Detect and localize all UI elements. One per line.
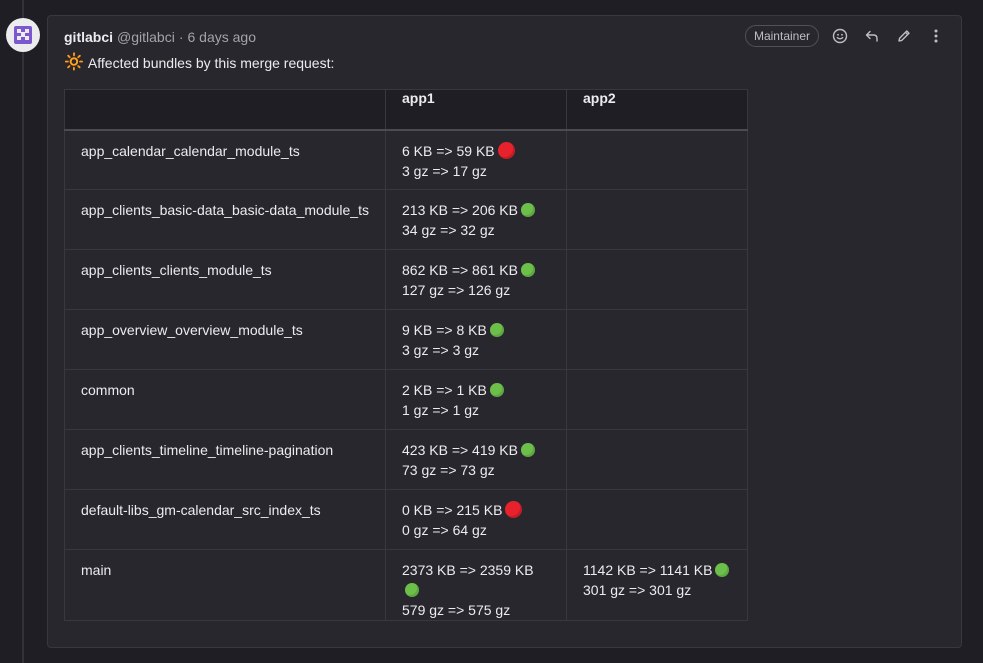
timeline-line <box>22 0 24 663</box>
note-header: gitlabci @gitlabci · 6 days ago <box>64 28 256 46</box>
red-circle-icon <box>497 141 515 159</box>
app2-cell <box>566 189 748 250</box>
app1-cell: 862 KB => 861 KB 127 gz => 126 gz <box>385 249 567 310</box>
size-line: 1142 KB => 1141 KB <box>583 560 731 580</box>
comment-note: gitlabci @gitlabci · 6 days ago Maintain… <box>47 15 962 648</box>
app1-cell: 2373 KB => 2359 KB 579 gz => 575 gz <box>385 549 567 621</box>
size-value: 423 KB => 419 KB <box>402 442 518 458</box>
gz-value: 34 gz => 32 gz <box>402 222 495 238</box>
bundle-name-cell: app_clients_timeline_timeline-pagination <box>64 429 386 490</box>
table-row: app_clients_clients_module_ts 862 KB => 8… <box>64 249 748 310</box>
table-row: common 2 KB => 1 KB 1 gz => 1 gz <box>64 369 748 430</box>
app2-cell <box>566 489 748 550</box>
note-actions: Maintainer <box>744 25 947 47</box>
size-value: 2373 KB => 2359 KB <box>402 562 534 578</box>
gz-value: 73 gz => 73 gz <box>402 462 495 478</box>
green-circle-icon <box>520 263 535 277</box>
green-circle-icon <box>715 563 730 577</box>
app1-cell: 213 KB => 206 KB 34 gz => 32 gz <box>385 189 567 250</box>
size-line: 2 KB => 1 KB <box>402 380 550 400</box>
size-line: 862 KB => 861 KB <box>402 260 550 280</box>
table-header-name <box>64 89 386 131</box>
size-value: 862 KB => 861 KB <box>402 262 518 278</box>
reply-icon <box>865 30 878 42</box>
edit-button[interactable] <box>893 25 915 47</box>
red-circle-icon <box>505 501 523 518</box>
bundle-name-cell: default-libs_gm-calendar_src_index_ts <box>64 489 386 550</box>
green-circle-icon <box>405 583 419 597</box>
app1-cell: 6 KB => 59 KB 3 gz => 17 gz <box>385 129 567 190</box>
avatar-identicon <box>14 26 32 44</box>
size-line: 2373 KB => 2359 KB <box>402 560 550 600</box>
bundle-name-cell: app_clients_basic-data_basic-data_module… <box>64 189 386 250</box>
gz-value: 127 gz => 126 gz <box>402 282 511 298</box>
table-row: app_clients_basic-data_basic-data_module… <box>64 189 748 250</box>
app1-cell: 9 KB => 8 KB 3 gz => 3 gz <box>385 309 567 370</box>
app2-cell <box>566 369 748 430</box>
bundle-name-cell: app_overview_overview_module_ts <box>64 309 386 370</box>
table-header-app1: app1 <box>385 89 567 131</box>
note-body-text: Affected bundles by this merge request: <box>87 55 335 71</box>
table-row: app_calendar_calendar_module_ts 6 KB => 5… <box>64 129 748 190</box>
app1-cell: 0 KB => 215 KB 0 gz => 64 gz <box>385 489 567 550</box>
app1-cell: 2 KB => 1 KB 1 gz => 1 gz <box>385 369 567 430</box>
table-row: app_clients_timeline_timeline-pagination… <box>64 429 748 490</box>
note-body: 🔆 Affected bundles by this merge request… <box>64 53 334 73</box>
size-line: 0 KB => 215 KB <box>402 500 550 520</box>
add-reaction-button[interactable] <box>829 25 851 47</box>
author-handle[interactable]: @gitlabci <box>117 28 175 46</box>
table-body: app_calendar_calendar_module_ts 6 KB => 5… <box>64 129 748 621</box>
timestamp[interactable]: 6 days ago <box>187 28 256 46</box>
size-line: 6 KB => 59 KB <box>402 141 550 161</box>
size-value: 213 KB => 206 KB <box>402 202 518 218</box>
table-row: default-libs_gm-calendar_src_index_ts 0 K… <box>64 489 748 550</box>
bundle-name-cell: app_calendar_calendar_module_ts <box>64 129 386 190</box>
size-value: 2 KB => 1 KB <box>402 382 487 398</box>
table-row: main 2373 KB => 2359 KB 579 gz => 575 gz 11… <box>64 549 748 621</box>
bundles-table: app1 app2 app_calendar_calendar_module_t… <box>64 89 748 621</box>
bundle-name-cell: common <box>64 369 386 430</box>
sun-emoji-icon: 🔆 <box>64 54 84 71</box>
table-row: app_overview_overview_module_ts 9 KB => 8… <box>64 309 748 370</box>
gz-value: 579 gz => 575 gz <box>402 602 511 618</box>
gz-value: 3 gz => 17 gz <box>402 162 487 179</box>
size-line: 9 KB => 8 KB <box>402 320 550 340</box>
table-header-app2: app2 <box>566 89 748 131</box>
size-value: 1142 KB => 1141 KB <box>583 562 713 578</box>
table-header-row: app1 app2 <box>64 89 748 131</box>
more-actions-button[interactable] <box>925 25 947 47</box>
role-badge: Maintainer <box>744 25 819 47</box>
gz-value: 0 gz => 64 gz <box>402 522 487 538</box>
app2-cell <box>566 249 748 310</box>
smiley-icon <box>832 28 848 44</box>
app2-cell <box>566 309 748 370</box>
app1-cell: 423 KB => 419 KB 73 gz => 73 gz <box>385 429 567 490</box>
app2-cell <box>566 129 748 190</box>
size-value: 6 KB => 59 KB <box>402 142 495 159</box>
size-value: 9 KB => 8 KB <box>402 322 487 338</box>
gz-value: 301 gz => 301 gz <box>583 582 692 598</box>
green-circle-icon <box>520 443 535 457</box>
pencil-icon <box>898 30 910 42</box>
bundle-name-cell: main <box>64 549 386 621</box>
green-circle-icon <box>489 383 504 397</box>
more-vertical-icon <box>934 29 938 43</box>
gz-value: 1 gz => 1 gz <box>402 402 480 418</box>
green-circle-icon <box>520 203 535 217</box>
size-line: 423 KB => 419 KB <box>402 440 550 460</box>
app2-cell <box>566 429 748 490</box>
bundle-name-cell: app_clients_clients_module_ts <box>64 249 386 310</box>
header-separator: · <box>178 29 184 45</box>
avatar[interactable] <box>6 18 40 52</box>
green-circle-icon <box>489 323 504 337</box>
size-line: 213 KB => 206 KB <box>402 200 550 220</box>
app2-cell: 1142 KB => 1141 KB 301 gz => 301 gz <box>566 549 748 621</box>
gz-value: 3 gz => 3 gz <box>402 342 480 358</box>
reply-button[interactable] <box>861 25 883 47</box>
size-value: 0 KB => 215 KB <box>402 502 503 518</box>
author-name[interactable]: gitlabci <box>64 28 113 46</box>
